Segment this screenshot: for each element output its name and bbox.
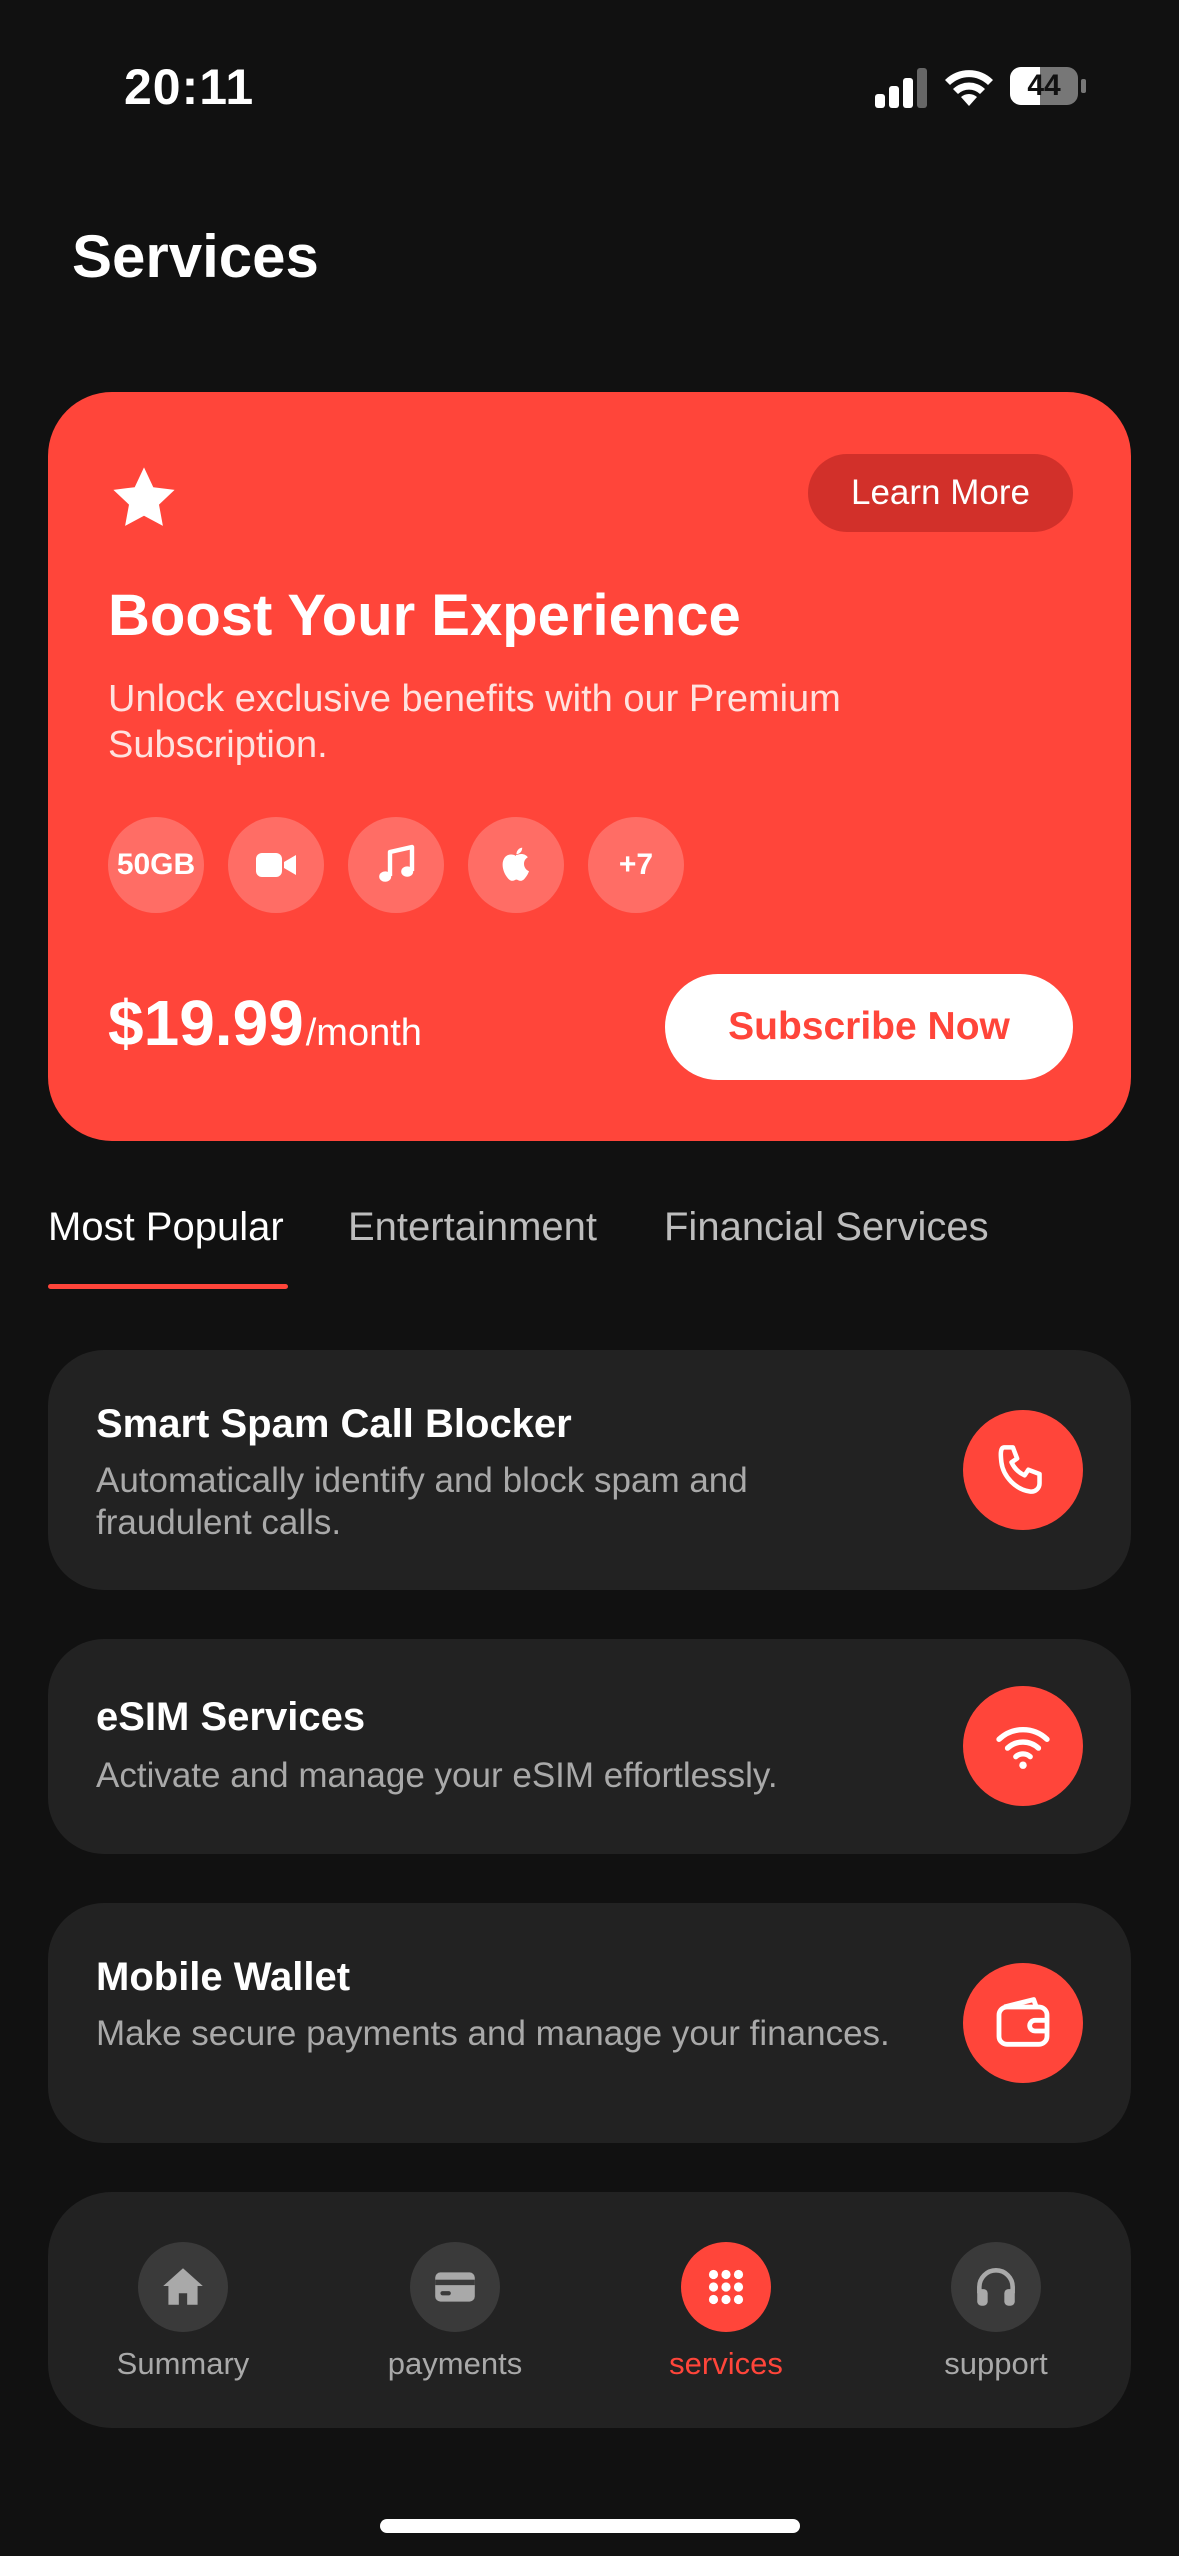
nav-item-summary[interactable]: Summary: [48, 2192, 318, 2428]
tab-entertainment[interactable]: Entertainment: [348, 1205, 597, 1250]
service-card-esim[interactable]: eSIM Services Activate and manage your e…: [48, 1639, 1131, 1854]
wifi-icon: [996, 1727, 1050, 1769]
home-icon: [163, 2268, 203, 2305]
nav-item-support[interactable]: support: [861, 2192, 1131, 2428]
premium-promo-card: Learn More Boost Your Experience Unlock …: [48, 392, 1131, 1141]
headphones-icon: [977, 2268, 1015, 2306]
nav-icon-circle: [951, 2242, 1041, 2332]
apple-icon: [502, 847, 529, 881]
service-card-spam-blocker[interactable]: Smart Spam Call Blocker Automatically id…: [48, 1350, 1131, 1590]
cellular-signal-icon: [875, 68, 927, 108]
service-title: eSIM Services: [96, 1695, 366, 1739]
nav-label: payments: [387, 2346, 523, 2381]
status-bar: 20:11 44: [0, 0, 1179, 180]
benefit-apple: [468, 817, 564, 913]
service-card-mobile-wallet[interactable]: Mobile Wallet Make secure payments and m…: [48, 1903, 1131, 2143]
status-time: 20:11: [124, 59, 255, 115]
benefit-music: [348, 817, 444, 913]
star-icon: [113, 467, 175, 526]
benefit-video: [228, 817, 324, 913]
phone-icon: [998, 1445, 1042, 1494]
benefit-data-badge: 50GB: [108, 817, 204, 913]
wallet-icon: [996, 1997, 1050, 2047]
nav-label: support: [944, 2346, 1048, 2381]
active-tab-indicator: [48, 1284, 288, 1289]
wifi-status-icon: [945, 70, 993, 106]
promo-title: Boost Your Experience: [108, 583, 741, 648]
service-title: Smart Spam Call Blocker: [96, 1402, 572, 1446]
service-title: Mobile Wallet: [96, 1955, 351, 1999]
learn-more-button[interactable]: Learn More: [808, 454, 1073, 532]
service-icon-circle: [963, 1410, 1083, 1530]
page-title: Services: [72, 223, 319, 290]
bottom-tab-bar: Summary payments services support: [48, 2192, 1131, 2428]
service-description: Automatically identify and block spam an…: [96, 1461, 748, 1542]
service-description: Make secure payments and manage your fin…: [96, 2014, 890, 2053]
video-icon: [256, 853, 296, 877]
battery-level: 44: [1027, 69, 1061, 102]
subscribe-now-button[interactable]: Subscribe Now: [665, 974, 1073, 1080]
nav-icon-circle: [410, 2242, 500, 2332]
battery-icon: 44: [1009, 66, 1087, 106]
service-icon-circle: [963, 1963, 1083, 2083]
nav-label: services: [669, 2346, 783, 2381]
nav-item-payments[interactable]: payments: [320, 2192, 590, 2428]
nav-item-services[interactable]: services: [591, 2192, 861, 2428]
service-description: Activate and manage your eSIM effortless…: [96, 1756, 778, 1795]
nav-icon-circle: [681, 2242, 771, 2332]
service-icon-circle: [963, 1686, 1083, 1806]
grid-icon: [708, 2269, 744, 2305]
benefits-row: 50GB +7: [108, 817, 684, 913]
promo-description: Unlock exclusive benefits with our Premi…: [108, 678, 841, 766]
price-period: /month: [305, 1012, 422, 1054]
nav-label: Summary: [116, 2346, 250, 2381]
price-amount: $19.99: [108, 987, 304, 1059]
card-icon: [435, 2272, 475, 2302]
home-indicator[interactable]: [380, 2519, 800, 2533]
tab-financial-services[interactable]: Financial Services: [664, 1205, 989, 1250]
tab-most-popular[interactable]: Most Popular: [48, 1205, 284, 1250]
music-icon: [379, 844, 415, 882]
benefit-more-badge: +7: [588, 817, 684, 913]
price: $19.99 /month: [108, 986, 422, 1060]
nav-icon-circle: [138, 2242, 228, 2332]
